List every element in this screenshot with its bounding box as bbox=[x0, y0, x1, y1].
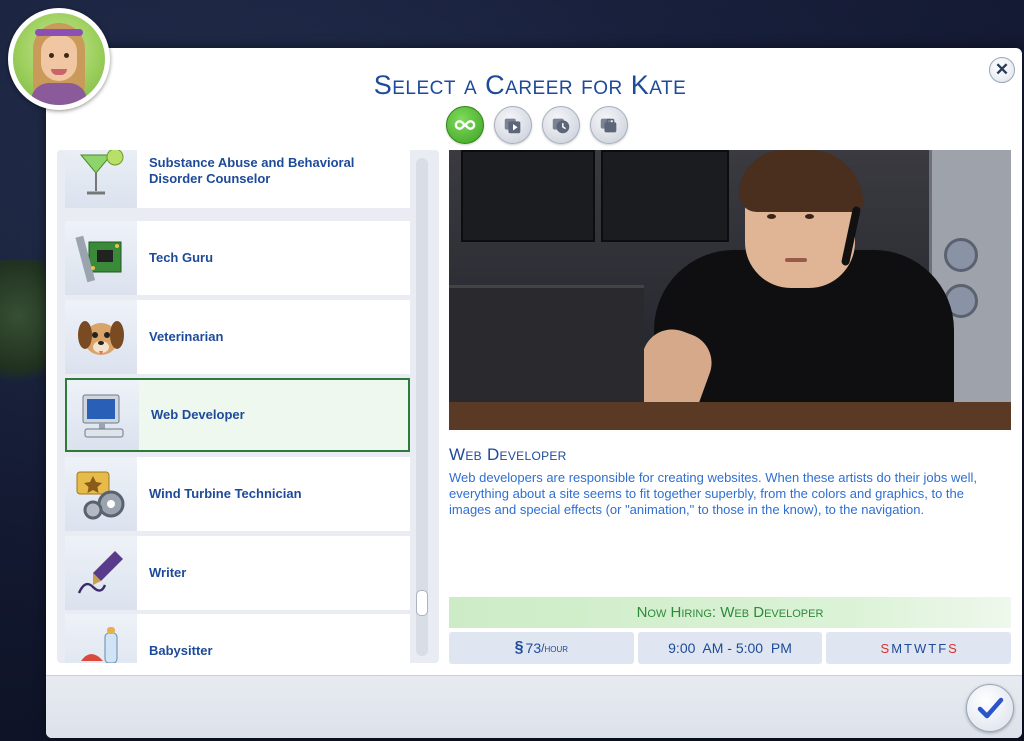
circuit-board-icon bbox=[75, 235, 122, 283]
game-pack-clock-icon bbox=[552, 118, 570, 134]
career-label: Web Developer bbox=[151, 407, 245, 422]
dialog-title: Select a Career for Kate bbox=[373, 70, 687, 100]
pay-unit: /hour bbox=[541, 641, 569, 655]
day-monday: M bbox=[891, 640, 903, 656]
gears-icon bbox=[76, 471, 125, 520]
baby-bottle-icon bbox=[81, 627, 118, 663]
day-sunday: S bbox=[880, 640, 890, 656]
day-friday: F bbox=[938, 640, 947, 656]
close-icon: ✕ bbox=[994, 60, 1010, 79]
fountain-pen-icon bbox=[77, 551, 123, 594]
career-list-scrollbar[interactable] bbox=[416, 158, 428, 656]
career-description: Web developers are responsible for creat… bbox=[449, 470, 977, 517]
career-detail-title: Web Developer bbox=[449, 445, 567, 464]
dog-icon bbox=[78, 321, 124, 355]
pay-info: § 73 /hour bbox=[449, 632, 634, 664]
background-plant bbox=[0, 260, 46, 400]
career-label: Writer bbox=[149, 565, 187, 580]
dialog-footer bbox=[46, 675, 1022, 738]
work-days: S M T W T F S bbox=[826, 632, 1012, 664]
day-saturday: S bbox=[948, 640, 957, 656]
career-item-writer[interactable]: Writer bbox=[65, 536, 410, 610]
filter-game-pack-button[interactable] bbox=[542, 106, 580, 144]
career-item-wind-turbine-technician[interactable]: Wind Turbine Technician bbox=[65, 457, 410, 531]
filter-expansion-pack-button[interactable] bbox=[494, 106, 532, 144]
now-hiring-banner: Now Hiring: Web Developer bbox=[449, 597, 1011, 628]
close-button[interactable]: ✕ bbox=[989, 57, 1015, 83]
sim-portrait bbox=[13, 13, 105, 105]
scrollbar-thumb[interactable] bbox=[416, 590, 428, 616]
filter-stuff-pack-button[interactable] bbox=[590, 106, 628, 144]
day-thursday: T bbox=[928, 640, 937, 656]
filter-base-game-button[interactable] bbox=[446, 106, 484, 144]
work-hours: 9:00 AM - 5:00 PM bbox=[637, 632, 823, 664]
day-tuesday: T bbox=[904, 640, 912, 656]
expansion-pack-icon bbox=[504, 118, 521, 134]
career-item-tech-guru[interactable]: Tech Guru bbox=[65, 221, 410, 295]
career-item-babysitter[interactable]: Babysitter bbox=[65, 614, 410, 663]
career-label: Substance Abuse and Behavioral Disorder … bbox=[149, 155, 355, 186]
career-label: Veterinarian bbox=[149, 329, 224, 344]
stuff-pack-icon bbox=[600, 118, 617, 133]
career-item-web-developer[interactable]: Web Developer bbox=[65, 378, 410, 452]
career-label: Tech Guru bbox=[149, 250, 214, 265]
infinity-icon bbox=[454, 120, 476, 130]
checkmark-icon bbox=[977, 697, 1004, 719]
career-item-veterinarian[interactable]: Veterinarian bbox=[65, 300, 410, 374]
pack-filter-bar bbox=[446, 106, 628, 144]
career-label: Wind Turbine Technician bbox=[149, 486, 302, 501]
day-wednesday: W bbox=[913, 640, 927, 656]
career-item-substance-abuse-counselor[interactable]: Substance Abuse and Behavioral Disorder … bbox=[65, 150, 410, 208]
sim-avatar[interactable] bbox=[8, 8, 110, 110]
career-info-row: § 73 /hour 9:00 AM - 5:00 PM S M T W T F… bbox=[449, 632, 1012, 664]
cocktail-icon bbox=[79, 150, 124, 195]
career-list[interactable]: Substance Abuse and Behavioral Disorder … bbox=[57, 150, 439, 663]
simoleon-icon: § bbox=[514, 639, 524, 656]
confirm-button[interactable] bbox=[966, 684, 1014, 732]
computer-icon bbox=[82, 394, 124, 438]
career-photo bbox=[449, 150, 1011, 430]
pay-amount: 73 bbox=[525, 640, 542, 656]
career-label: Babysitter bbox=[149, 643, 213, 658]
